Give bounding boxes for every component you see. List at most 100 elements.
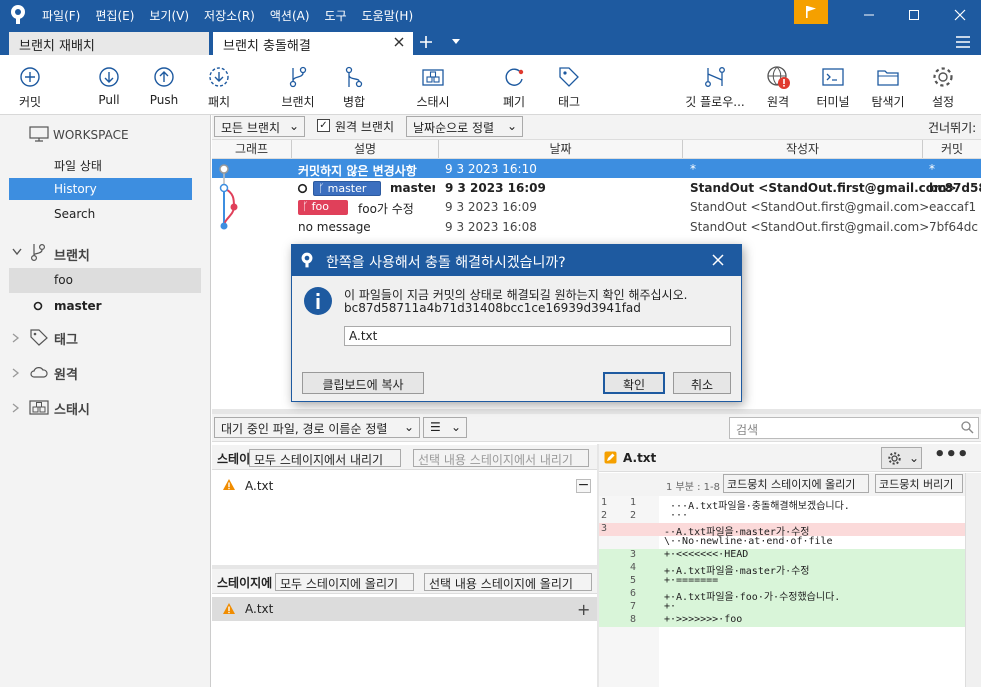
sidebar-item-history[interactable]: History	[9, 178, 192, 200]
diff-line[interactable]: 3 -·A.txt파일을·master가·수정	[599, 523, 965, 538]
chevron-right-icon[interactable]	[12, 333, 20, 343]
tab-rebase-branch[interactable]: 브랜치 재배치	[9, 32, 209, 55]
pending-sort-dropdown[interactable]: 대기 중인 파일, 경로 이름순 정렬 ⌄	[214, 417, 420, 438]
search-input[interactable]: 검색	[729, 417, 979, 439]
sort-dropdown[interactable]: 날짜순으로 정렬 ⌄	[406, 116, 523, 137]
remote-button[interactable]: 원격	[748, 64, 808, 112]
commit-button[interactable]: 커밋	[0, 64, 60, 112]
unstage-all-button[interactable]: 모두 스테이지에서 내리기	[249, 449, 401, 467]
confirm-button[interactable]: 확인	[603, 372, 665, 394]
column-description[interactable]: 설명	[292, 140, 439, 158]
dialog-close-icon[interactable]	[712, 254, 724, 266]
sidebar-item-file-status[interactable]: 파일 상태	[0, 156, 211, 176]
settings-button[interactable]: 설정	[913, 64, 973, 112]
unstage-selected-button[interactable]: 선택 내용 스테이지에서 내리기	[413, 449, 589, 467]
discard-hunk-button[interactable]: 코드뭉치 버리기	[875, 474, 963, 493]
tab-label: 브랜치 충돌해결	[223, 39, 311, 54]
close-window-icon[interactable]	[939, 0, 981, 29]
stashes-heading[interactable]: 스태시	[54, 399, 90, 418]
flag-icon[interactable]	[794, 0, 828, 24]
minimize-icon[interactable]	[848, 0, 890, 29]
chevron-down-icon: ⌄	[403, 420, 414, 434]
sidebar-item-branch-master[interactable]: master	[0, 299, 211, 317]
discard-button[interactable]: 폐기	[484, 64, 544, 112]
staged-file-name[interactable]: A.txt	[245, 479, 273, 493]
menu-actions[interactable]: 액션(A)	[270, 7, 310, 24]
dialog-file-list[interactable]: A.txt	[344, 326, 731, 346]
unstage-file-button[interactable]: −	[576, 478, 591, 493]
gitflow-button[interactable]: 깃 플로우...	[683, 64, 747, 112]
menu-edit[interactable]: 편집(E)	[95, 7, 134, 24]
diff-line[interactable]: 7 +·	[599, 601, 965, 614]
column-graph[interactable]: 그래프	[212, 140, 292, 158]
branch-label: 브랜치	[281, 95, 315, 109]
chevron-right-icon[interactable]	[12, 403, 20, 413]
menu-view[interactable]: 보기(V)	[149, 7, 189, 24]
branch-icon: ᚴ	[318, 182, 325, 195]
stage-file-plus-icon[interactable]: +	[577, 600, 590, 619]
sidebar-item-search[interactable]: Search	[0, 207, 211, 227]
tag-button[interactable]: 태그	[539, 64, 599, 112]
stage-all-button[interactable]: 모두 스테이지에 올리기	[275, 573, 414, 591]
explorer-button[interactable]: 탐색기	[858, 64, 918, 112]
dialog-file-item[interactable]: A.txt	[349, 329, 377, 343]
row-desc: master	[390, 181, 435, 195]
column-date[interactable]: 날짜	[439, 140, 683, 158]
diff-line[interactable]: 11 ···A.txt파일을·충돌해결해보겠습니다.	[599, 497, 965, 512]
stage-selected-button[interactable]: 선택 내용 스테이지에 올리기	[424, 573, 592, 591]
merge-label: 병합	[342, 95, 366, 109]
new-tab-icon[interactable]	[419, 35, 433, 49]
tab-list-chevron-icon[interactable]	[452, 39, 460, 45]
more-options-icon[interactable]: •••	[934, 446, 969, 464]
column-author[interactable]: 작성자	[683, 140, 923, 158]
monitor-icon	[29, 126, 49, 142]
maximize-icon[interactable]	[893, 0, 935, 29]
unstaged-file-name[interactable]: A.txt	[245, 602, 273, 616]
remotes-heading[interactable]: 원격	[54, 364, 78, 383]
diff-options-dropdown[interactable]: ⌄	[881, 447, 922, 469]
branch-filter-dropdown[interactable]: 모든 브랜치 ⌄	[214, 116, 305, 137]
menu-help[interactable]: 도움말(H)	[362, 7, 414, 24]
sidebar-item-branch-foo[interactable]: foo	[9, 268, 201, 293]
stage-hunk-button[interactable]: 코드뭉치 스테이지에 올리기	[723, 474, 869, 493]
menu-file[interactable]: 파일(F)	[42, 7, 80, 24]
branch-badge-foo[interactable]: ᚴ foo	[298, 200, 348, 215]
column-commit[interactable]: 커밋	[923, 140, 981, 158]
cancel-button[interactable]: 취소	[673, 372, 731, 394]
branch-button[interactable]: 브랜치	[268, 64, 328, 112]
warning-icon	[222, 478, 236, 491]
close-tab-icon[interactable]	[393, 36, 405, 48]
branches-heading[interactable]: 브랜치	[54, 245, 90, 264]
tags-heading[interactable]: 태그	[54, 329, 78, 348]
list-icon: ☰	[430, 420, 441, 434]
patch-button[interactable]: 패치	[189, 64, 249, 112]
merge-icon	[341, 64, 367, 90]
commit-icon	[17, 64, 43, 90]
diff-scrollbar[interactable]	[965, 473, 981, 687]
diff-line[interactable]: 3 +·<<<<<<<·HEAD	[599, 549, 965, 562]
remote-branch-checkbox[interactable]: ✓	[317, 119, 330, 132]
new-line-number: 8	[630, 614, 637, 625]
pull-button[interactable]: Pull	[79, 64, 139, 112]
merge-button[interactable]: 병합	[324, 64, 384, 112]
row-commit: 7bf64dc	[929, 220, 978, 234]
menu-tools[interactable]: 도구	[325, 7, 347, 24]
stash-button[interactable]: 스태시	[403, 64, 463, 112]
chevron-right-icon[interactable]	[12, 368, 20, 378]
menu-repository[interactable]: 저장소(R)	[204, 7, 255, 24]
diff-line[interactable]: 5 +·=======	[599, 575, 965, 588]
diff-line[interactable]: 8 +·>>>>>>>·foo	[599, 614, 965, 627]
chevron-down-icon[interactable]	[12, 248, 22, 256]
discard-label: 폐기	[502, 95, 526, 109]
push-button[interactable]: Push	[134, 64, 194, 112]
diff-line[interactable]: 4 +·A.txt파일을·master가·수정	[599, 562, 965, 577]
diff-line[interactable]: \··No·newline·at·end·of·file	[599, 536, 965, 549]
hamburger-menu-icon[interactable]	[955, 35, 971, 49]
copy-clipboard-button[interactable]: 클립보드에 복사	[302, 372, 424, 394]
branch-badge-master[interactable]: ᚴ master	[313, 181, 381, 196]
list-view-dropdown[interactable]: ☰ ⌄	[423, 417, 467, 438]
terminal-button[interactable]: 터미널	[803, 64, 863, 112]
tab-conflict-branch[interactable]: 브랜치 충돌해결	[213, 32, 413, 55]
diff-line[interactable]: 2 2 ···	[599, 510, 965, 523]
diff-line[interactable]: 6 +·A.txt파일을·foo·가·수정했습니다.	[599, 588, 965, 603]
